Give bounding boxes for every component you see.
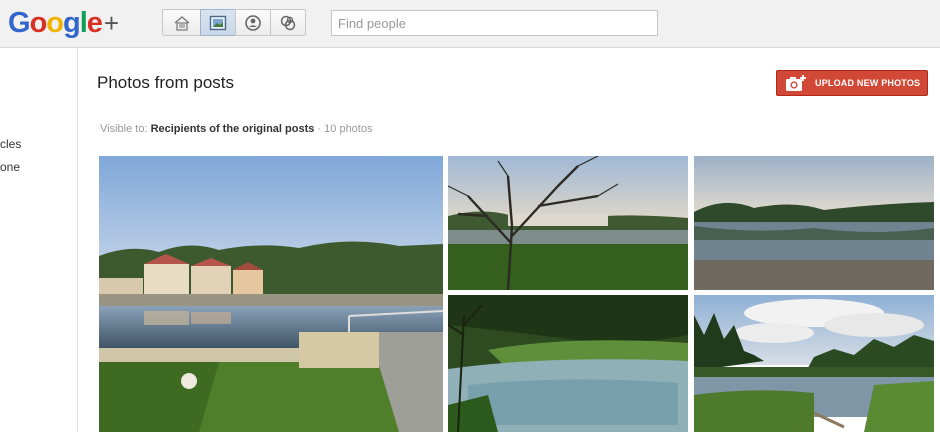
photo-resort-lake <box>99 156 443 432</box>
sidebar-item-everyone[interactable]: one <box>0 160 20 174</box>
profile-button[interactable] <box>235 9 271 36</box>
logo-letter: g <box>63 7 81 39</box>
visible-recipients: Recipients of the original posts <box>150 123 315 135</box>
nav-button-group <box>162 9 306 36</box>
page-title: Photos from posts <box>97 73 235 92</box>
photo-thumbnail[interactable] <box>694 156 934 290</box>
photo-tree-lake <box>448 156 688 290</box>
google-plus-logo[interactable]: Google+ <box>8 6 119 40</box>
photo-cloudy-lake <box>694 295 934 432</box>
visible-to-label: Visible to: <box>100 123 148 135</box>
photo-thumbnail[interactable] <box>448 156 688 290</box>
home-icon <box>174 15 189 31</box>
photos-button[interactable] <box>200 9 236 36</box>
logo-letter: e <box>86 7 103 39</box>
upload-new-photos-button[interactable]: UPLOAD NEW PHOTOS <box>776 70 928 96</box>
circles-icon <box>280 15 296 30</box>
photo-calm-lake <box>694 156 934 290</box>
camera-plus-icon <box>786 75 806 91</box>
separator-dot: · <box>317 123 322 135</box>
photos-icon <box>209 15 227 30</box>
sidebar-item-circles[interactable]: cles <box>0 137 21 151</box>
left-sidebar: cles one <box>0 48 78 432</box>
logo-letter: l <box>79 7 88 39</box>
upload-button-label: UPLOAD NEW PHOTOS <box>815 78 921 88</box>
logo-letter: o <box>29 7 48 39</box>
photo-thumbnail[interactable] <box>694 295 934 432</box>
profile-icon <box>245 14 261 31</box>
photo-green-lake <box>448 295 688 432</box>
photo-count: 10 photos <box>324 123 373 135</box>
photo-thumbnail[interactable] <box>448 295 688 432</box>
logo-letter: G <box>8 7 31 39</box>
logo-letter: o <box>46 7 64 39</box>
find-people-input[interactable] <box>331 10 658 36</box>
logo-plus: + <box>103 8 119 38</box>
photo-thumbnail[interactable] <box>99 156 443 432</box>
visibility-info: Visible to: Recipients of the original p… <box>100 123 372 135</box>
circles-button[interactable] <box>270 9 306 36</box>
home-button[interactable] <box>162 9 201 36</box>
top-bar: Google+ <box>0 0 940 48</box>
